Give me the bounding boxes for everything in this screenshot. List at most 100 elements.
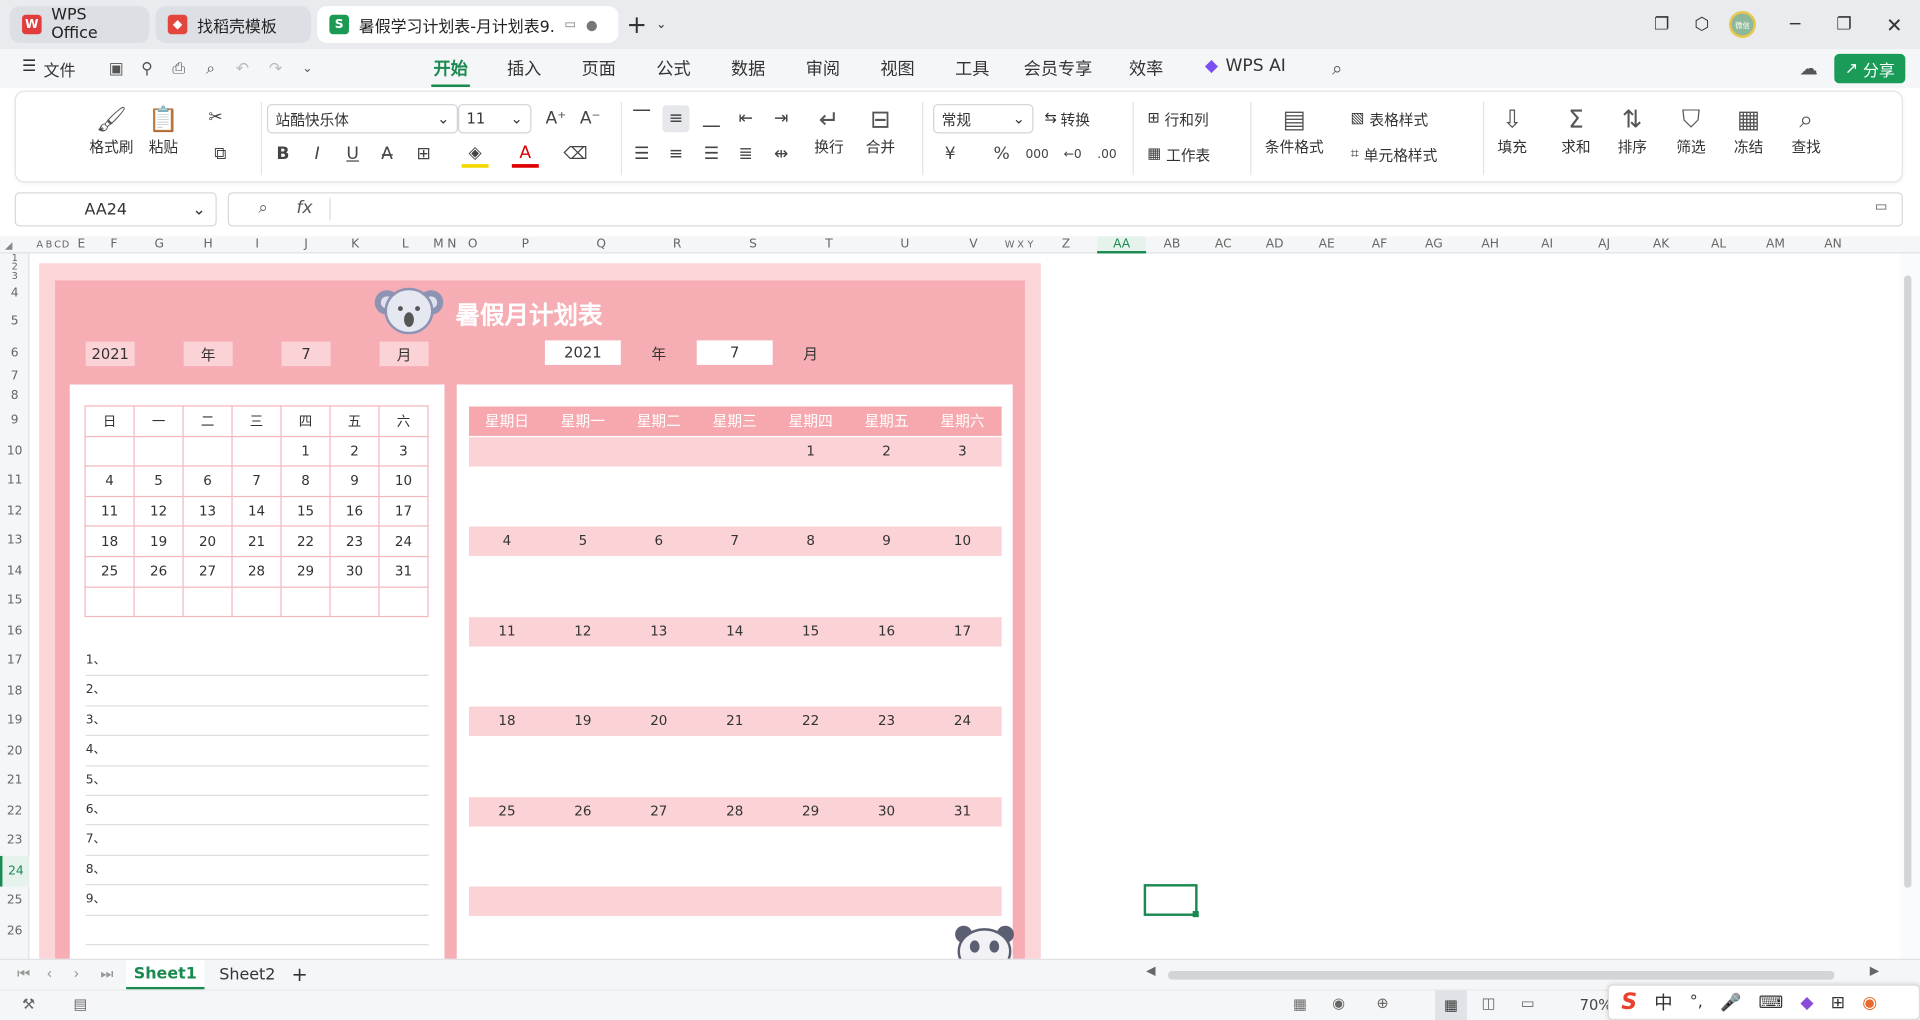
- column-header-cell[interactable]: S: [715, 236, 791, 253]
- crosshair-icon[interactable]: ⊕: [1376, 994, 1388, 1011]
- calendar-day[interactable]: 1: [773, 437, 849, 466]
- cond-format-button[interactable]: ▤ 条件格式: [1265, 102, 1324, 157]
- menu-tab[interactable]: 数据: [729, 56, 768, 80]
- freeze-button[interactable]: ▦ 冻结: [1734, 102, 1763, 157]
- mini-cal-day[interactable]: [231, 586, 282, 618]
- row-header-cell[interactable]: 6: [0, 339, 29, 367]
- row-header-cell[interactable]: 13: [0, 527, 29, 556]
- calendar-day[interactable]: 11: [469, 617, 545, 646]
- calendar-day[interactable]: 2: [849, 437, 925, 466]
- menu-tab[interactable]: 工具: [953, 56, 992, 80]
- calendar-day[interactable]: 18: [469, 707, 545, 736]
- percent-icon[interactable]: %: [988, 141, 1015, 168]
- align-middle-icon[interactable]: ≡: [662, 105, 690, 133]
- doc-info-icon[interactable]: ▤: [73, 996, 87, 1013]
- column-header-cell[interactable]: Y: [1026, 236, 1035, 253]
- decimal-increase-icon[interactable]: .00: [1093, 141, 1120, 168]
- mini-cal-day[interactable]: [133, 435, 184, 467]
- column-header-cell[interactable]: F: [93, 236, 135, 253]
- mini-cal-day[interactable]: 3: [378, 435, 429, 467]
- row-header-cell[interactable]: 25: [0, 887, 29, 916]
- indent-increase-icon[interactable]: ⇥: [768, 105, 795, 132]
- column-header-cell[interactable]: T: [791, 236, 867, 253]
- row-header-cell[interactable]: 10: [0, 436, 29, 467]
- align-center-icon[interactable]: ≡: [662, 141, 689, 168]
- normal-view-icon[interactable]: ▦: [1435, 990, 1467, 1020]
- row-header-cell[interactable]: 15: [0, 587, 29, 616]
- row-header-cell[interactable]: 14: [0, 556, 29, 587]
- sogou-logo-icon[interactable]: S: [1621, 989, 1637, 1015]
- scroll-right-icon[interactable]: ▶: [1870, 965, 1879, 978]
- column-header-cell[interactable]: AN: [1804, 236, 1863, 253]
- print-icon[interactable]: ⎙: [168, 58, 190, 80]
- menu-tab[interactable]: 公式: [654, 56, 693, 80]
- distribute-icon[interactable]: ⇹: [768, 141, 795, 168]
- italic-icon[interactable]: I: [304, 141, 331, 168]
- page-layout-view-icon[interactable]: ▭: [1521, 994, 1535, 1011]
- calendar-day[interactable]: 28: [697, 797, 773, 826]
- worksheet-button[interactable]: ▦ 工作表: [1147, 144, 1210, 165]
- mini-cal-day[interactable]: 2: [329, 435, 380, 467]
- mini-cal-day[interactable]: 9: [329, 465, 380, 497]
- note-line[interactable]: 9、: [85, 886, 429, 916]
- close-icon[interactable]: ✕: [1880, 10, 1909, 39]
- mini-cal-day[interactable]: [378, 586, 429, 618]
- cell-style-button[interactable]: ⌗ 单元格样式: [1351, 144, 1438, 165]
- mini-cal-day[interactable]: 24: [378, 525, 429, 558]
- mini-cal-day[interactable]: [182, 435, 233, 467]
- calendar-day[interactable]: 17: [924, 617, 1000, 646]
- mini-cal-day[interactable]: 27: [182, 555, 233, 588]
- currency-icon[interactable]: ¥: [937, 141, 964, 168]
- column-header-cell[interactable]: P: [487, 236, 563, 253]
- column-header-cell[interactable]: AF: [1353, 236, 1406, 253]
- calendar-day[interactable]: [621, 437, 697, 466]
- search-doc-icon[interactable]: ⚲: [136, 58, 158, 80]
- align-right-icon[interactable]: ☰: [698, 141, 725, 168]
- next-sheet-icon[interactable]: ›: [73, 965, 79, 982]
- calendar-day[interactable]: 7: [697, 527, 773, 556]
- mini-cal-day[interactable]: 18: [84, 525, 135, 558]
- mini-cal-day[interactable]: 1: [280, 435, 331, 467]
- column-header-cell[interactable]: L: [380, 236, 431, 253]
- calendar-day[interactable]: 5: [545, 527, 621, 556]
- mini-cal-day[interactable]: 10: [378, 465, 429, 497]
- vertical-scrollbar[interactable]: [1900, 253, 1920, 959]
- strike-icon[interactable]: A̶: [373, 141, 400, 168]
- menu-tab[interactable]: 审阅: [803, 56, 842, 80]
- column-header-cell[interactable]: K: [331, 236, 380, 253]
- note-line[interactable]: 1、: [85, 647, 429, 677]
- column-header-cell[interactable]: AH: [1462, 236, 1518, 253]
- mini-cal-day[interactable]: [84, 586, 135, 618]
- grid-menu-icon[interactable]: ⊞: [1831, 992, 1845, 1012]
- calendar-day[interactable]: 9: [849, 527, 925, 556]
- mini-cal-day[interactable]: 25: [84, 555, 135, 588]
- sheet-tab-2[interactable]: Sheet2: [211, 960, 284, 989]
- print-preview-icon[interactable]: ⌕: [200, 58, 222, 80]
- underline-icon[interactable]: U: [339, 141, 366, 168]
- share-button[interactable]: ↗ 分享: [1834, 53, 1906, 84]
- mic-icon[interactable]: 🎤: [1720, 992, 1741, 1012]
- note-line[interactable]: 3、: [85, 706, 429, 737]
- calendar-day[interactable]: 24: [924, 707, 1000, 736]
- column-header-cell[interactable]: G: [135, 236, 184, 253]
- column-header-cell[interactable]: N: [446, 236, 458, 253]
- menu-tab[interactable]: 页面: [579, 56, 618, 80]
- column-header-cell[interactable]: AI: [1518, 236, 1576, 253]
- mini-cal-day[interactable]: [133, 586, 184, 618]
- mini-cal-day[interactable]: [231, 435, 282, 467]
- calendar-day[interactable]: 30: [849, 797, 925, 826]
- quick-more-chevron-icon[interactable]: ⌄: [296, 58, 318, 80]
- column-header-cell[interactable]: B: [44, 236, 54, 253]
- find-button[interactable]: ⌕ 查找: [1791, 102, 1820, 157]
- rows-cols-button[interactable]: ⊞ 行和列: [1147, 109, 1208, 130]
- redo-icon[interactable]: ↷: [264, 58, 286, 80]
- row-header-cell[interactable]: 8: [0, 387, 29, 407]
- eraser-icon[interactable]: ⌫: [562, 141, 589, 168]
- zoom-formula-icon[interactable]: ⌕: [258, 198, 268, 218]
- column-header-cell[interactable]: J: [282, 236, 331, 253]
- mini-cal-day[interactable]: 20: [182, 525, 233, 558]
- align-bottom-icon[interactable]: ⎽: [698, 105, 725, 132]
- mini-cal-day[interactable]: 6: [182, 465, 233, 497]
- column-header-cell[interactable]: Q: [563, 236, 639, 253]
- mini-cal-day[interactable]: 23: [329, 525, 380, 558]
